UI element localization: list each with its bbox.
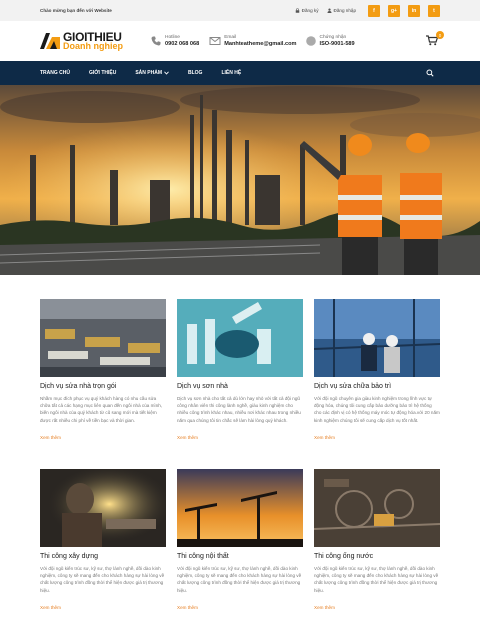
- email-label: Email: [224, 35, 237, 40]
- service-image-welding[interactable]: [40, 469, 166, 547]
- service-card: Dịch vụ sửa nhà trọn gói Nhằm mục đích p…: [40, 299, 166, 457]
- lock-icon: [295, 8, 299, 13]
- service-card: Dịch vụ sửa chữa bảo trì Với đội ngũ chu…: [314, 299, 440, 457]
- cart-count-badge: 0: [436, 31, 444, 39]
- nav-item-products-label: SẢN PHẨM: [135, 70, 162, 76]
- services-grid: Dịch vụ sửa nhà trọn gói Nhằm mục đích p…: [0, 275, 480, 626]
- service-description: Dịch vụ sơn nhà cho tất cả dù lớn hay nh…: [177, 396, 301, 423]
- nav-item-products[interactable]: SẢN PHẨM: [135, 70, 169, 76]
- hotline-label: Hotline: [165, 35, 180, 40]
- service-description: Với đội ngũ kiến trúc sư, kỹ sư, thợ làn…: [314, 566, 439, 593]
- welcome-text: Chào mừng bạn đến với Website: [40, 8, 112, 13]
- service-title[interactable]: Thi công nội thất: [177, 553, 303, 560]
- site-logo[interactable]: GIOITHIEU Doanh nghiep: [40, 29, 150, 51]
- service-card: Thi công xây dựng Với đội ngũ kiến trúc …: [40, 469, 166, 626]
- register-link[interactable]: Đăng ký: [295, 8, 319, 13]
- service-title[interactable]: Thi công ống nước: [314, 553, 440, 560]
- read-more-link[interactable]: Xem thêm: [314, 435, 440, 440]
- logo-mark-icon: [40, 33, 60, 49]
- service-title[interactable]: Dịch vụ sửa nhà trọn gói: [40, 383, 166, 390]
- email-block: Email Manhteatheme@gmail.com: [209, 34, 297, 48]
- certificate-icon: [305, 36, 316, 46]
- cart-button[interactable]: 0: [426, 31, 444, 47]
- email-value[interactable]: Manhteatheme@gmail.com: [224, 41, 296, 48]
- top-bar-right: Đăng ký Đăng nhập f g+ in t: [295, 4, 440, 17]
- search-icon[interactable]: [426, 69, 434, 77]
- service-image-factory[interactable]: [40, 299, 166, 377]
- service-card: Thi công nội thất Với đội ngũ kiến trúc …: [177, 469, 303, 626]
- read-more-link[interactable]: Xem thêm: [40, 435, 166, 440]
- service-image-engineers[interactable]: [314, 299, 440, 377]
- certificate-block: Chứng nhận ISO-9001-589: [305, 34, 355, 48]
- service-image-oil-pumps[interactable]: [177, 469, 303, 547]
- site-header: GIOITHIEU Doanh nghiep Hotline 0902 068 …: [0, 21, 480, 61]
- logo-line1: GIOITHIEU: [63, 29, 122, 44]
- read-more-link[interactable]: Xem thêm: [177, 435, 303, 440]
- hero-refinery-image: [0, 85, 480, 275]
- logo-line2: Doanh nghiep: [63, 40, 123, 51]
- service-description: Với đội ngũ chuyên gia giàu kinh nghiệm …: [314, 396, 440, 423]
- facebook-icon[interactable]: f: [368, 4, 380, 17]
- hotline-value[interactable]: 0902 068 068: [165, 41, 199, 48]
- google-plus-icon[interactable]: g+: [388, 4, 400, 17]
- read-more-link[interactable]: Xem thêm: [177, 605, 303, 610]
- service-title[interactable]: Dịch vụ sửa chữa bảo trì: [314, 383, 440, 390]
- register-label: Đăng ký: [301, 8, 319, 13]
- service-title[interactable]: Dịch vụ sơn nhà: [177, 383, 303, 390]
- service-card: Dịch vụ sơn nhà Dịch vụ sơn nhà cho tất …: [177, 299, 303, 457]
- user-icon: [327, 8, 332, 13]
- service-description: Nhằm mục đích phục vụ quý khách hàng có …: [40, 396, 163, 423]
- twitter-icon[interactable]: t: [428, 4, 440, 17]
- certificate-label: Chứng nhận: [319, 35, 347, 40]
- nav-item-blog[interactable]: BLOG: [188, 70, 202, 76]
- service-image-lab[interactable]: [177, 299, 303, 377]
- envelope-icon: [209, 37, 221, 45]
- nav-item-contact[interactable]: LIÊN HỆ: [221, 70, 241, 76]
- hotline-block: Hotline 0902 068 068: [150, 34, 199, 48]
- read-more-link[interactable]: Xem thêm: [314, 605, 440, 610]
- service-image-machinery[interactable]: [314, 469, 440, 547]
- login-label: Đăng nhập: [333, 8, 356, 13]
- linkedin-icon[interactable]: in: [408, 4, 420, 17]
- service-description: Với đội ngũ kiến trúc sư, kỹ sư, thợ làn…: [40, 566, 165, 593]
- chevron-down-icon: [164, 71, 169, 75]
- phone-icon: [151, 36, 161, 46]
- service-description: Với đội ngũ kiến trúc sư, kỹ sư, thợ làn…: [177, 566, 302, 593]
- nav-item-about[interactable]: GIỚI THIỆU: [89, 70, 116, 76]
- login-link[interactable]: Đăng nhập: [327, 8, 356, 13]
- read-more-link[interactable]: Xem thêm: [40, 605, 166, 610]
- contact-info: Hotline 0902 068 068 Email Manhteatheme@…: [150, 34, 355, 48]
- certificate-value: ISO-9001-589: [319, 41, 355, 47]
- main-nav: TRANG CHỦ GIỚI THIỆU SẢN PHẨM BLOG LIÊN …: [0, 61, 480, 85]
- nav-item-home[interactable]: TRANG CHỦ: [40, 70, 70, 76]
- service-card: Thi công ống nước Với đội ngũ kiến trúc …: [314, 469, 440, 626]
- service-title[interactable]: Thi công xây dựng: [40, 553, 166, 560]
- hero-banner: [0, 85, 480, 275]
- top-bar: Chào mừng bạn đến với Website Đăng ký Đă…: [0, 0, 480, 21]
